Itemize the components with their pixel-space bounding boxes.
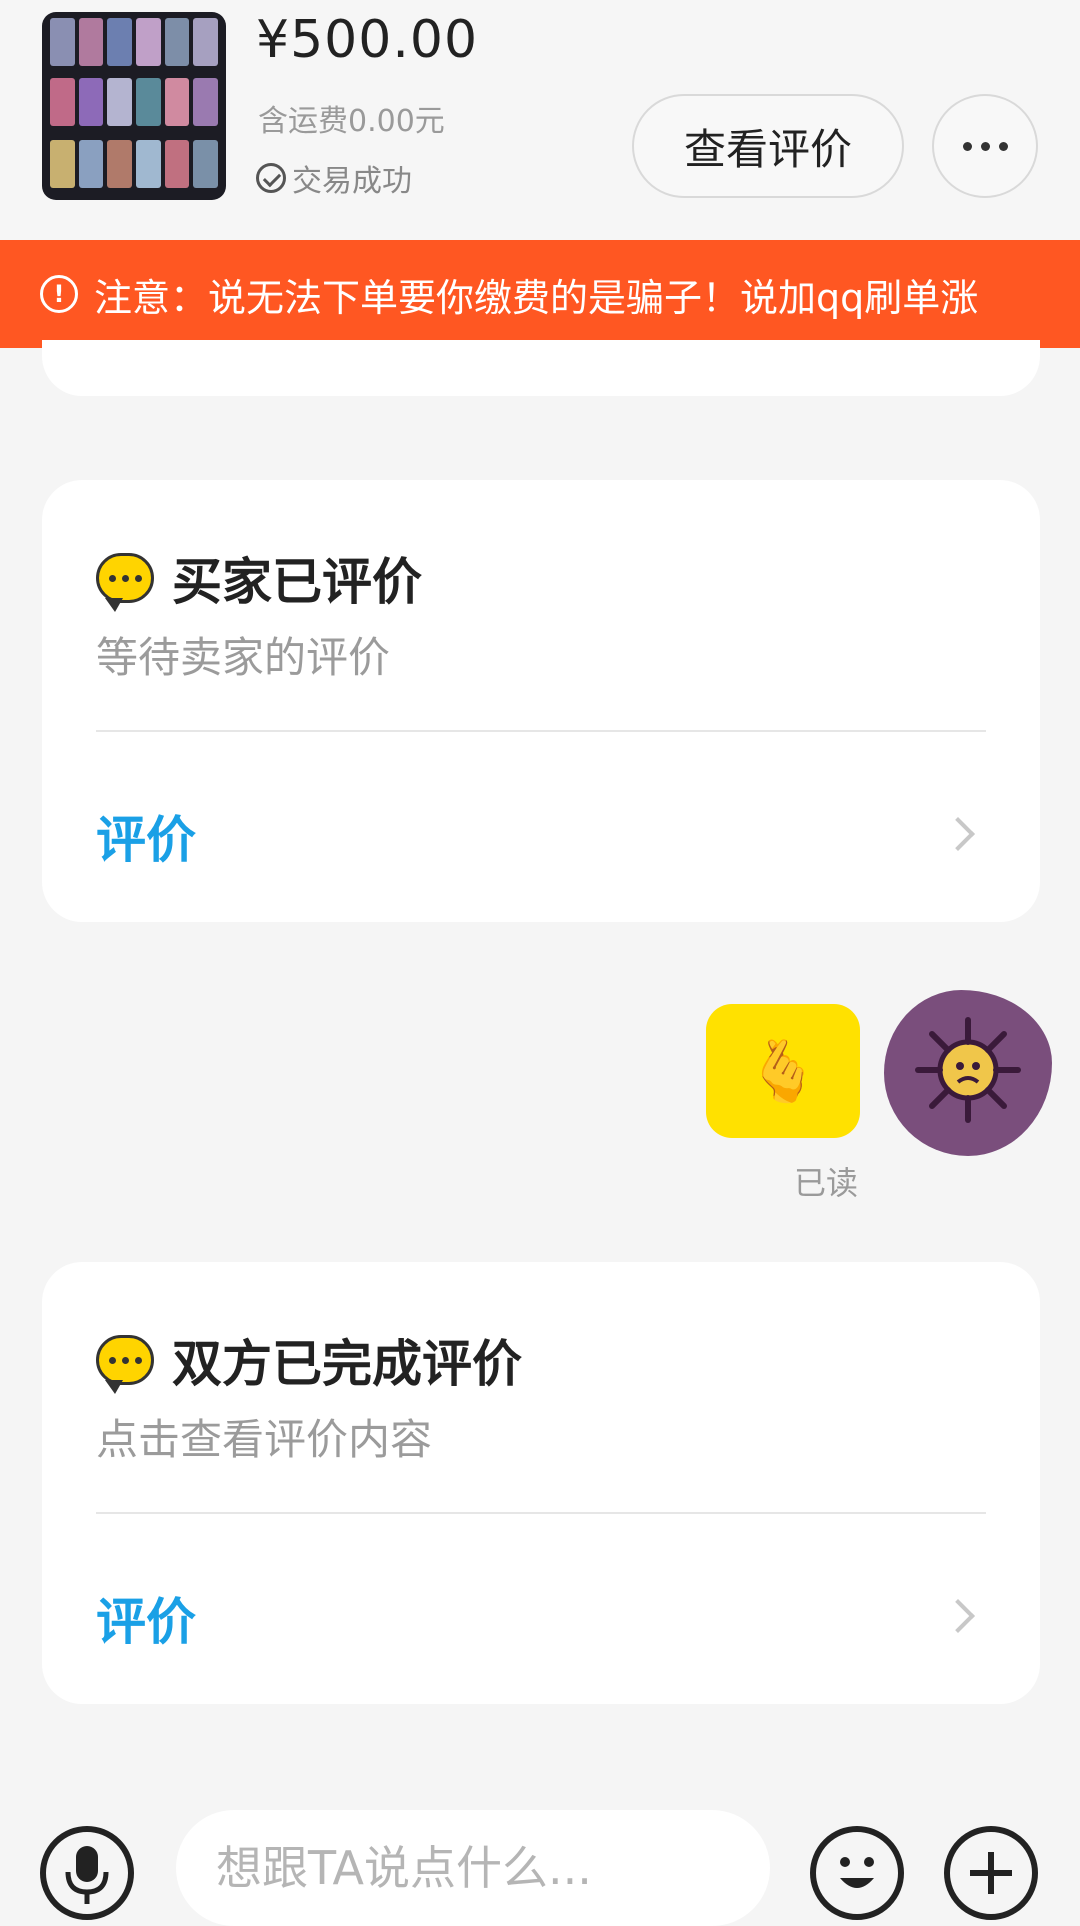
card-divider [96, 1512, 986, 1514]
card-title: 买家已评价 [96, 542, 422, 614]
card-subtitle: 等待卖家的评价 [96, 633, 391, 682]
chat-bubble-icon [96, 553, 154, 612]
chevron-right-icon [941, 1599, 975, 1633]
microphone-icon [65, 1846, 109, 1904]
card-divider [96, 730, 986, 732]
review-action-link[interactable]: 评价 [96, 800, 196, 872]
scam-warning-banner[interactable]: ! 注意：说无法下单要你缴费的是骗子！说加qq刷单涨 [0, 240, 1080, 348]
message-input[interactable] [176, 1810, 770, 1926]
shipping-fee: 含运费0.00元 [258, 104, 445, 139]
order-summary-bar: ¥500.00 含运费0.00元 交易成功 查看评价 [0, 0, 1080, 240]
sticker-message[interactable]: 🫰 [706, 1004, 860, 1138]
check-circle-icon [256, 163, 286, 193]
card-subtitle: 点击查看评价内容 [96, 1415, 433, 1464]
voice-button[interactable] [40, 1826, 134, 1920]
trade-status-label: 交易成功 [292, 164, 412, 199]
emoji-icon [840, 1857, 874, 1888]
chevron-right-icon [941, 817, 975, 851]
warning-icon: ! [40, 275, 78, 313]
card-title-text: 买家已评价 [172, 553, 422, 611]
product-thumbnail[interactable] [42, 12, 226, 200]
trade-status: 交易成功 [256, 156, 412, 200]
emoji-button[interactable] [810, 1826, 904, 1920]
more-options-button[interactable] [932, 94, 1038, 198]
warning-text: 注意：说无法下单要你缴费的是骗子！说加qq刷单涨 [94, 275, 979, 320]
read-status: 已读 [794, 1164, 859, 1202]
plus-icon [970, 1852, 1012, 1894]
chat-bubble-icon [96, 1335, 154, 1394]
card-title-text: 双方已完成评价 [172, 1335, 522, 1393]
review-card-both: 双方已完成评价 点击查看评价内容 评价 [42, 1262, 1040, 1704]
review-card-buyer: 买家已评价 等待卖家的评价 评价 [42, 480, 1040, 922]
more-dots-icon [962, 141, 1008, 151]
view-review-button[interactable]: 查看评价 [632, 94, 904, 198]
order-price: ¥500.00 [256, 10, 479, 70]
previous-card [42, 340, 1040, 396]
card-title: 双方已完成评价 [96, 1324, 522, 1396]
avatar[interactable] [884, 990, 1052, 1156]
plus-button[interactable] [944, 1826, 1038, 1920]
review-action-link[interactable]: 评价 [96, 1582, 196, 1654]
